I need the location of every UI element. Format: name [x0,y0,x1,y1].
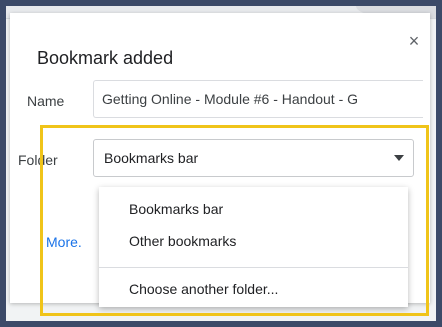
dropdown-item-choose-another-folder[interactable]: Choose another folder... [99,277,408,301]
folder-select-value: Bookmarks bar [104,150,199,166]
close-icon[interactable]: × [404,31,424,51]
name-label: Name [27,93,65,109]
dialog-title: Bookmark added [37,48,174,68]
more-button[interactable]: More. [46,234,82,250]
folder-label: Folder [18,152,58,168]
name-field[interactable]: Getting Online - Module #6 - Handout - G [93,80,423,118]
dropdown-item-bookmarks-bar[interactable]: Bookmarks bar [99,197,408,221]
folder-select[interactable]: Bookmarks bar [93,139,414,177]
dropdown-divider [99,267,408,268]
dropdown-item-other-bookmarks[interactable]: Other bookmarks [99,229,408,253]
chevron-down-icon [394,155,404,161]
folder-dropdown-menu: Bookmarks bar Other bookmarks Choose ano… [99,187,408,307]
